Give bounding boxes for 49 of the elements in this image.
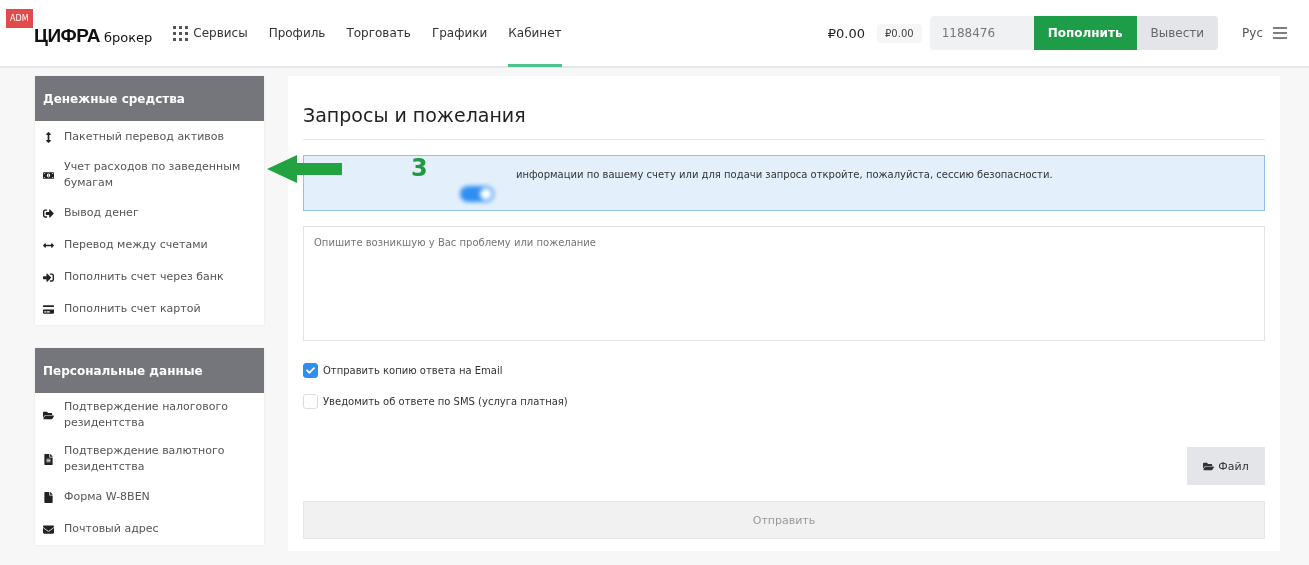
exit-icon	[43, 207, 54, 219]
sidebar-link[interactable]: Пополнить счет через банк	[35, 261, 264, 293]
sidebar-link[interactable]: Пополнить счет картой	[35, 293, 264, 325]
sidebar-heading: Персональные данные	[35, 348, 264, 393]
grid-icon	[172, 25, 189, 41]
balance: ₽0.00	[827, 25, 865, 41]
message-field[interactable]: Опишите возникшую у Вас проблему или пожелание	[303, 226, 1265, 341]
annotation-number: 3	[411, 154, 428, 182]
admin-badge: ADM	[6, 9, 33, 28]
withdraw-button[interactable]: Вывести	[1136, 16, 1219, 50]
file-button[interactable]: Файл	[1187, 447, 1265, 485]
folder-icon	[43, 409, 54, 421]
sidebar-link[interactable]: Подтверждение валютного резидентства	[35, 437, 264, 481]
toggle-switch[interactable]	[460, 186, 494, 202]
folder-icon	[1203, 460, 1215, 472]
logo-wordmark: ЦИФРА	[34, 25, 100, 47]
sidebar-link[interactable]: Пакетный перевод активов	[35, 121, 264, 153]
nav-tab[interactable]: Профиль	[268, 0, 326, 67]
left-arrow-icon	[267, 153, 342, 185]
checkbox[interactable]	[303, 363, 318, 378]
logo-subtitle: брокер	[104, 30, 153, 45]
checkbox-label: Отправить копию ответа на Email	[323, 365, 503, 376]
sidebar-link[interactable]: Перевод между счетами	[35, 229, 264, 261]
envelope-icon	[43, 523, 54, 535]
menu-icon[interactable]	[1273, 27, 1287, 39]
check-icon	[306, 366, 315, 375]
sidebar-link[interactable]: Почтовый адрес	[35, 513, 264, 545]
banknote-icon	[43, 169, 54, 181]
nav-tab[interactable]: Сервисы	[172, 0, 248, 67]
nav-tab[interactable]: Торговать	[346, 0, 411, 67]
sidebar-heading: Денежные средства	[35, 76, 264, 121]
nav-tab[interactable]: Графики	[431, 0, 488, 67]
vertical-arrows-icon	[43, 131, 54, 143]
sidebar-link[interactable]: Учет расходов по заведенным бумагам	[35, 153, 264, 197]
alert-text: информации по вашему счету или для подачи запроса откройте, пожалуйста, сессию безопасности.	[516, 168, 1053, 180]
deposit-button[interactable]: Пополнить	[1033, 16, 1137, 50]
sidebar-link[interactable]: Форма W-8BEN	[35, 481, 264, 513]
enter-icon	[43, 271, 54, 283]
sidebar-link[interactable]: Подтверждение налогового резидентства	[35, 393, 264, 437]
checkbox-label: Уведомить об ответе по SMS (услуга платная)	[323, 396, 568, 407]
file-icon	[43, 491, 54, 503]
language-selector[interactable]: Рус	[1242, 26, 1263, 40]
balance-chip: ₽0.00	[877, 23, 922, 43]
nav-tab[interactable]: Кабинет	[508, 0, 562, 67]
page-title: Запросы и пожелания	[303, 104, 1265, 140]
sidebar-link[interactable]: Вывод денег	[35, 197, 264, 229]
credit-card-icon	[43, 303, 54, 315]
account-number[interactable]: 1188476	[929, 16, 1034, 50]
document-icon	[43, 453, 54, 465]
